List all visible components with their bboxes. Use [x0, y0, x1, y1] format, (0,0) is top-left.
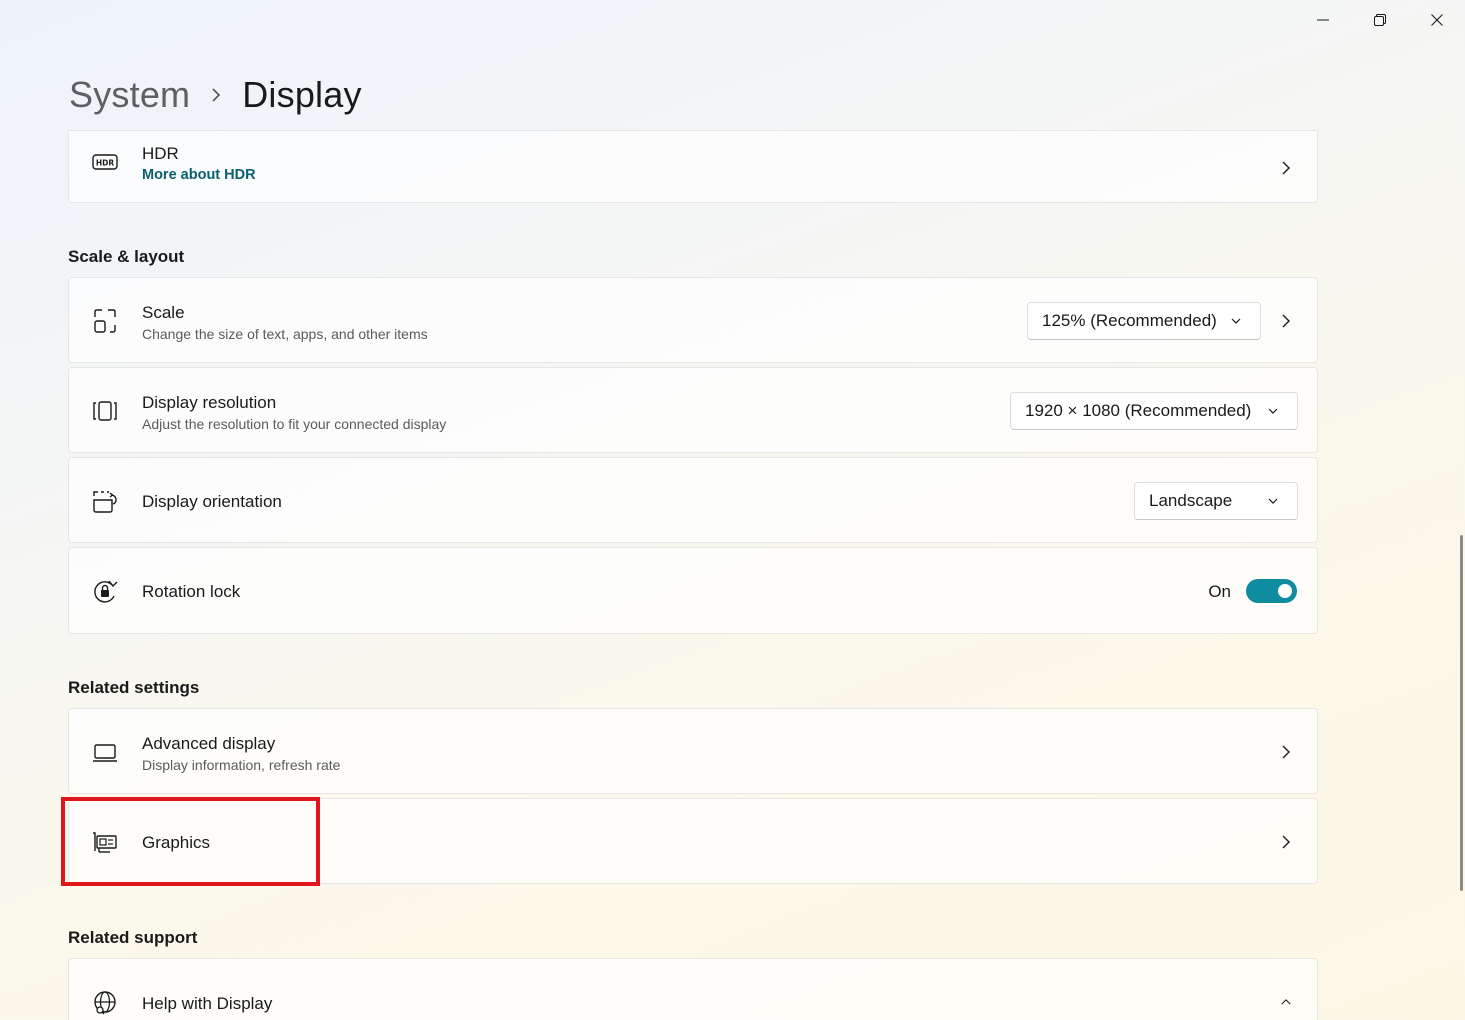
resolution-title: Display resolution — [142, 393, 277, 412]
page-title: Display — [242, 74, 362, 115]
graphics-card-icon — [91, 828, 119, 856]
rotation-lock-title: Rotation lock — [142, 582, 241, 601]
scale-card[interactable]: Scale Change the size of text, apps, and… — [68, 277, 1318, 363]
laptop-icon — [91, 738, 119, 766]
advanced-display-title: Advanced display — [142, 734, 276, 753]
svg-text:HDR: HDR — [96, 159, 115, 168]
scale-dropdown-value: 125% (Recommended) — [1042, 311, 1217, 330]
resolution-dropdown[interactable]: 1920 × 1080 (Recommended) — [1010, 392, 1298, 430]
minimize-icon — [1316, 19, 1329, 21]
help-with-display-card[interactable]: Help with Display — [68, 958, 1318, 1020]
hdr-card[interactable]: HDR HDR More about HDR — [68, 130, 1318, 203]
window-controls — [1294, 0, 1465, 40]
breadcrumb: System Display — [69, 72, 362, 118]
chevron-right-icon — [1279, 314, 1293, 328]
breadcrumb-chevron-icon — [190, 87, 242, 103]
orientation-title: Display orientation — [142, 492, 282, 511]
display-orientation-card: Display orientation Landscape — [68, 457, 1318, 543]
minimize-button[interactable] — [1294, 0, 1351, 40]
orientation-dropdown[interactable]: Landscape — [1134, 482, 1298, 520]
advanced-display-card[interactable]: Advanced display Display information, re… — [68, 708, 1318, 794]
resolution-subtitle: Adjust the resolution to fit your connec… — [142, 416, 447, 432]
graphics-title: Graphics — [142, 833, 211, 852]
graphics-card[interactable]: Graphics — [68, 798, 1318, 884]
advanced-display-subtitle: Display information, refresh rate — [142, 757, 341, 773]
restore-button[interactable] — [1351, 0, 1408, 40]
section-related-settings: Related settings — [68, 678, 200, 697]
chevron-down-icon — [1268, 498, 1278, 504]
toggle-knob — [1278, 584, 1292, 598]
resolution-dropdown-value: 1920 × 1080 (Recommended) — [1025, 401, 1252, 420]
rotation-lock-toggle[interactable] — [1246, 579, 1297, 603]
rotation-lock-state: On — [1208, 582, 1231, 601]
orientation-dropdown-value: Landscape — [1149, 491, 1233, 510]
chevron-right-icon — [1279, 835, 1293, 849]
scrollbar[interactable] — [1460, 535, 1463, 891]
chevron-down-icon — [1231, 318, 1241, 324]
hdr-title: HDR — [142, 144, 179, 163]
globe-help-icon — [91, 989, 119, 1017]
chevron-down-icon — [1268, 408, 1278, 414]
display-resolution-card: Display resolution Adjust the resolution… — [68, 367, 1318, 453]
scale-dropdown[interactable]: 125% (Recommended) — [1027, 302, 1261, 340]
section-scale-layout: Scale & layout — [68, 247, 185, 266]
chevron-right-icon — [1279, 745, 1293, 759]
chevron-right-icon — [1279, 161, 1293, 175]
scale-icon — [91, 307, 119, 335]
rotation-lock-icon — [91, 577, 119, 605]
chevron-up-icon[interactable] — [1279, 995, 1293, 1009]
restore-icon — [1373, 14, 1386, 26]
section-related-support: Related support — [68, 928, 198, 947]
resolution-icon — [91, 397, 119, 425]
scale-title: Scale — [142, 303, 185, 322]
hdr-icon: HDR — [91, 148, 119, 176]
help-with-display-title: Help with Display — [142, 994, 273, 1013]
orientation-icon — [91, 487, 119, 515]
close-button[interactable] — [1408, 0, 1465, 40]
breadcrumb-system[interactable]: System — [69, 74, 190, 116]
close-icon — [1430, 14, 1443, 26]
more-about-hdr-link[interactable]: More about HDR — [142, 165, 256, 185]
scale-subtitle: Change the size of text, apps, and other… — [142, 326, 428, 342]
rotation-lock-card: Rotation lock On — [68, 547, 1318, 634]
